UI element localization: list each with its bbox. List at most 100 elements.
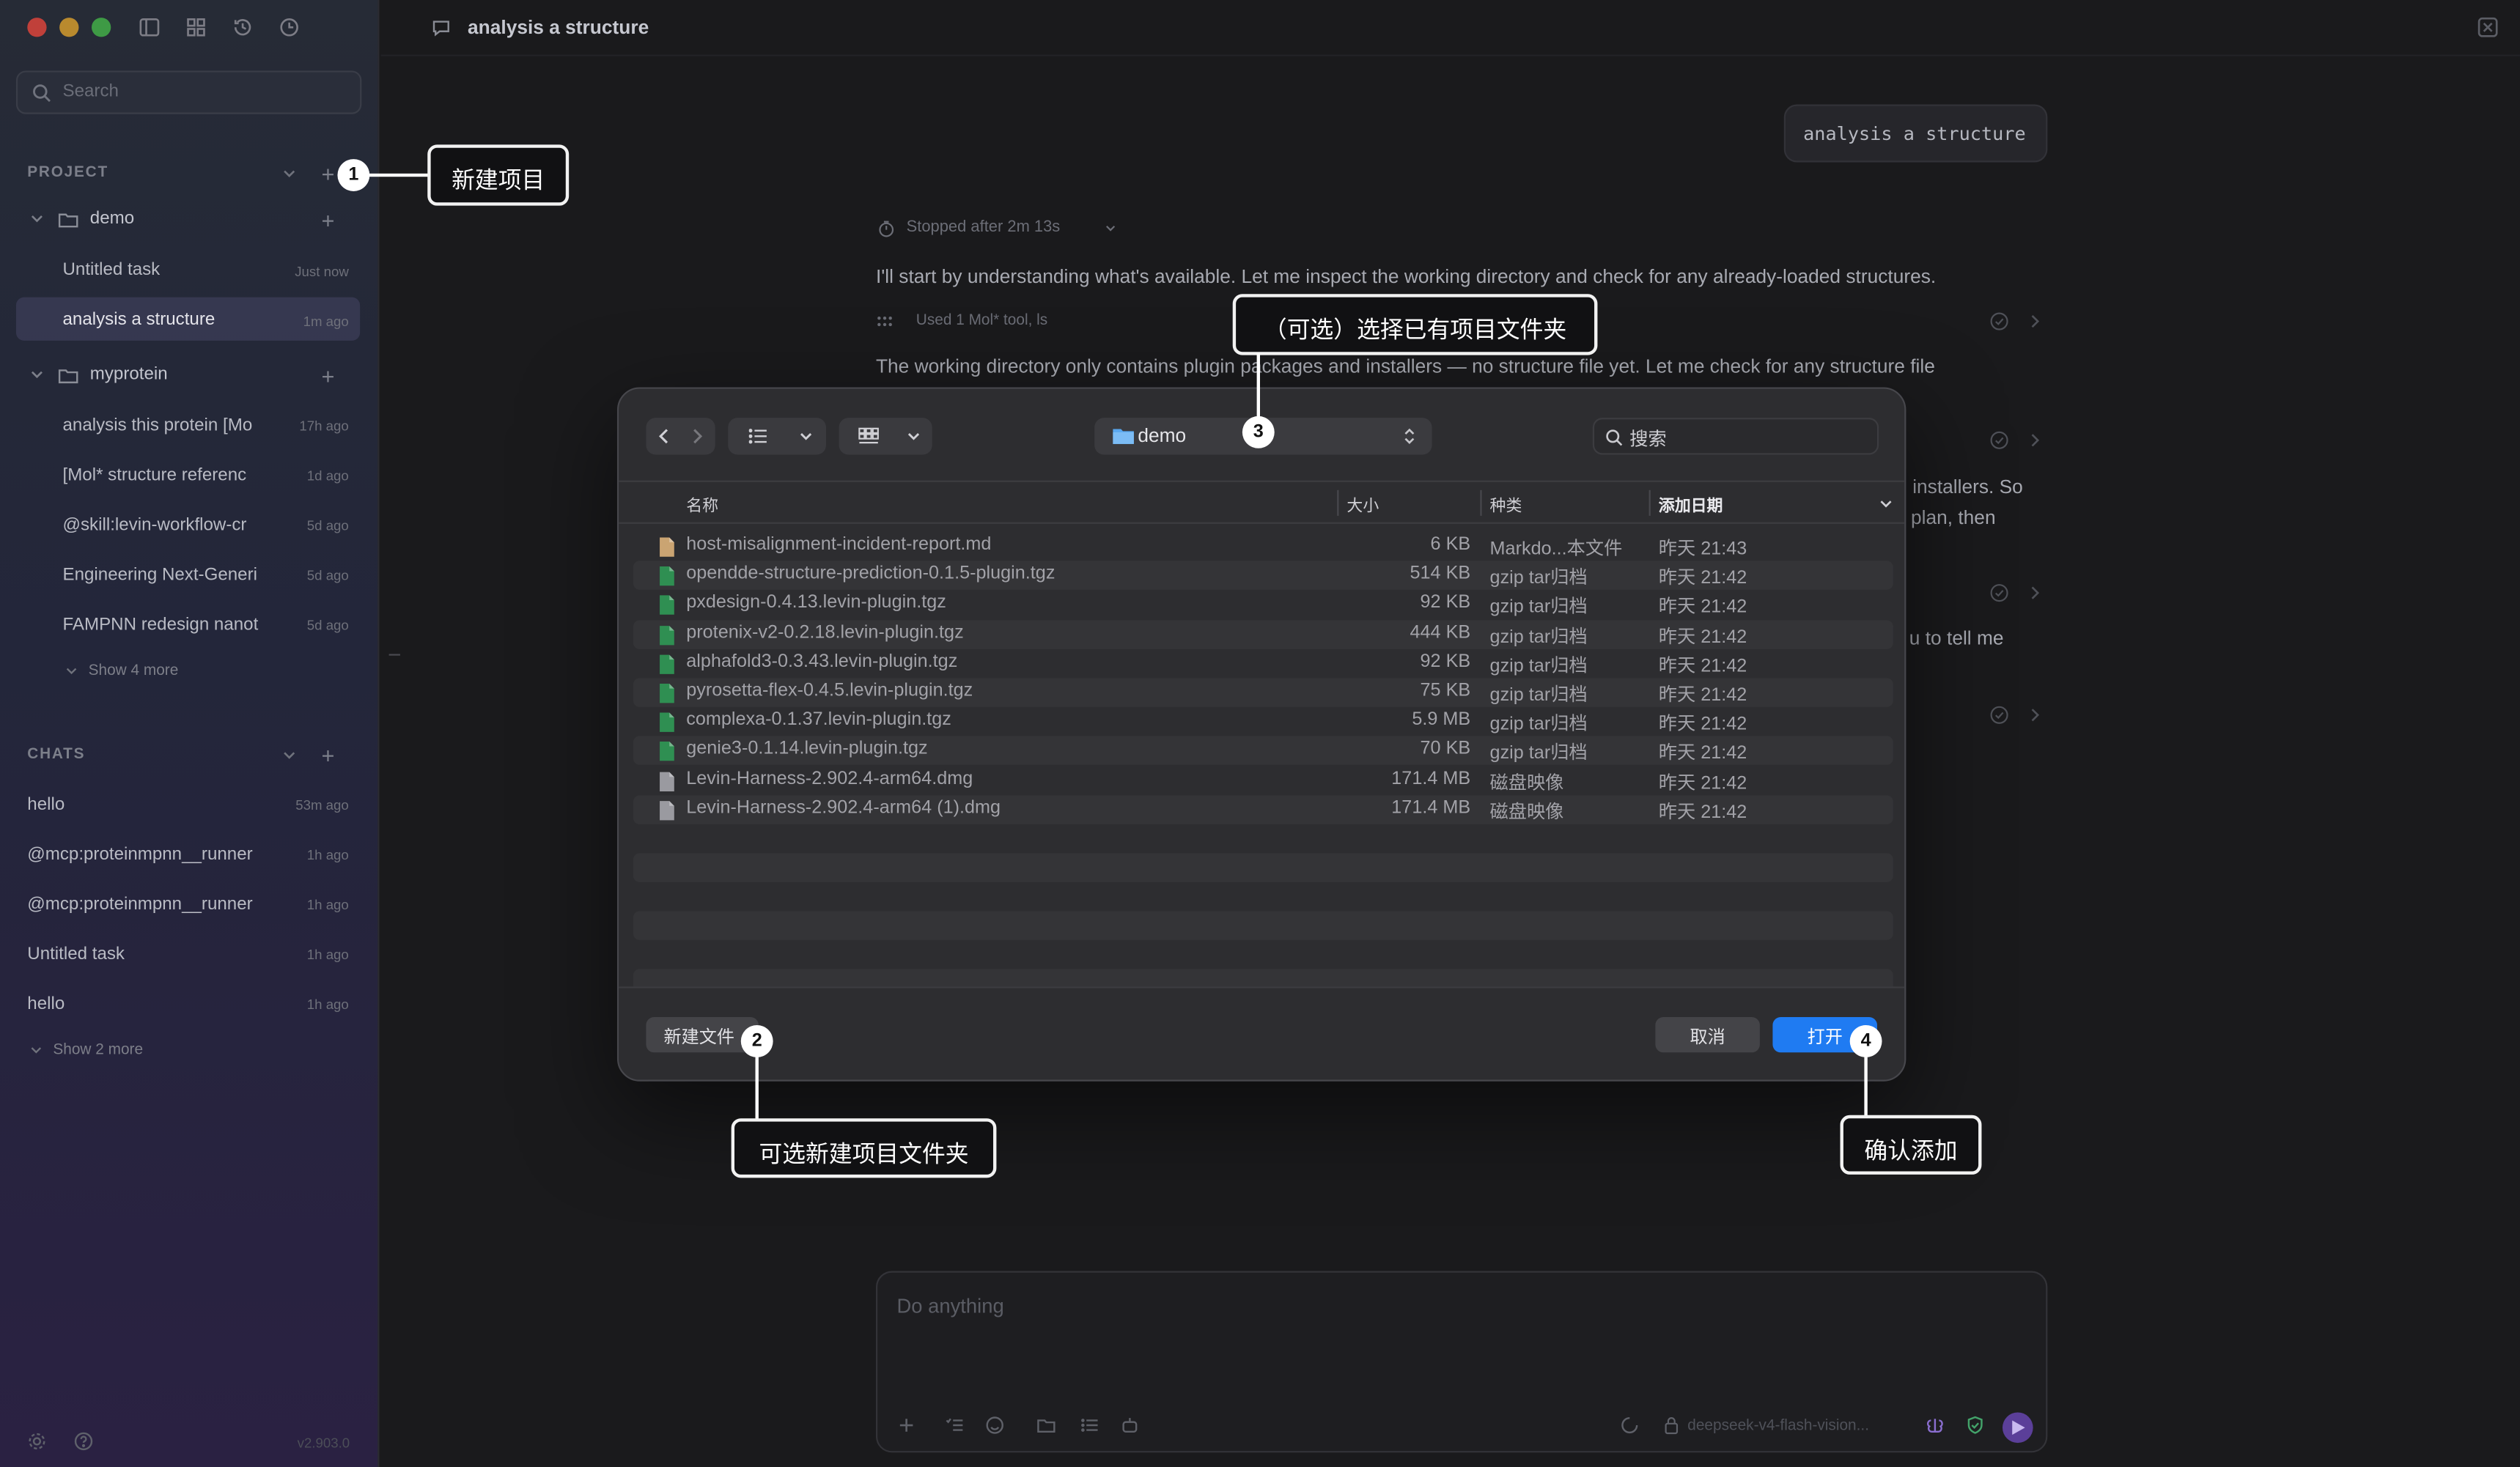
file-date: 昨天 21:42 <box>1658 774 1747 794</box>
column-date[interactable]: 添加日期 <box>1659 492 1723 516</box>
sidebar-toggle-icon[interactable] <box>139 16 161 39</box>
file-name: pxdesign-0.4.13.levin-plugin.tgz <box>686 593 946 613</box>
column-name[interactable]: 名称 <box>686 492 718 516</box>
file-row[interactable]: host-misalignment-incident-report.md 6 KB… <box>633 532 1893 561</box>
file-kind: gzip tar归档 <box>1489 715 1588 735</box>
file-row[interactable]: pxdesign-0.4.13.levin-plugin.tgz 92 KB gzi… <box>633 591 1893 619</box>
folder-icon[interactable] <box>1036 1416 1055 1435</box>
task-time: 1m ago <box>303 313 349 330</box>
chat-item[interactable]: Untitled task <box>27 945 125 964</box>
project-folder-myprotein[interactable]: myprotein <box>29 365 350 391</box>
close-icon[interactable] <box>2477 16 2499 39</box>
composer[interactable]: Do anything deepseek-v4-flash-vision... <box>875 1271 2048 1453</box>
list-icon[interactable] <box>1080 1416 1099 1435</box>
clock-icon[interactable] <box>278 16 301 39</box>
forward-icon[interactable] <box>691 427 704 445</box>
gear-icon[interactable] <box>27 1432 46 1451</box>
dialog-search[interactable]: 搜索 <box>1592 418 1879 455</box>
file-row[interactable]: pyrosetta-flex-0.4.5.levin-plugin.tgz 75 … <box>633 678 1893 707</box>
task-item[interactable]: Engineering Next-Generi <box>63 566 257 585</box>
add-project-button[interactable]: + <box>322 162 335 185</box>
file-name: genie3-0.1.14.levin-plugin.tgz <box>686 739 928 759</box>
tool-usage[interactable]: Used 1 Mol* tool, ls <box>916 311 1047 329</box>
file-row[interactable]: Levin-Harness-2.902.4-arm64.dmg 171.4 MB 磁… <box>633 766 1893 794</box>
stopped-status[interactable]: Stopped after 2m 13s <box>907 218 1061 236</box>
chat-item[interactable]: hello <box>27 994 65 1013</box>
task-item[interactable]: [Mol* structure referenc <box>63 466 247 485</box>
robot-icon[interactable] <box>1120 1416 1139 1435</box>
header-divider <box>380 54 2520 56</box>
grid-icon[interactable] <box>185 16 207 39</box>
file-kind: 磁盘映像 <box>1489 774 1564 794</box>
model-selector[interactable]: deepseek-v4-flash-vision... <box>1687 1417 1869 1435</box>
brain-icon[interactable] <box>1926 1416 1945 1435</box>
file-row[interactable]: opendde-structure-prediction-0.1.5-plugi… <box>633 561 1893 591</box>
column-kind[interactable]: 种类 <box>1490 492 1522 516</box>
chevron-down-icon[interactable] <box>281 747 298 764</box>
zoom-window-button[interactable] <box>91 18 111 37</box>
lock-icon <box>1665 1417 1679 1435</box>
file-name: host-misalignment-incident-report.md <box>686 535 992 555</box>
list-view-control[interactable] <box>728 418 826 455</box>
search-box[interactable]: Search <box>15 70 362 114</box>
chat-item[interactable]: hello <box>27 795 65 814</box>
chat-bubble-icon <box>432 21 449 37</box>
file-date: 昨天 21:42 <box>1658 657 1747 676</box>
column-size[interactable]: 大小 <box>1346 492 1379 516</box>
chevron-right-icon[interactable] <box>2028 707 2041 723</box>
cancel-button[interactable]: 取消 <box>1655 1017 1760 1053</box>
minimize-window-button[interactable] <box>59 18 79 37</box>
chevron-right-icon[interactable] <box>2028 314 2041 330</box>
check-circle-icon <box>1990 584 2008 602</box>
chats-show-more[interactable]: Show 2 more <box>53 1041 143 1059</box>
file-size: 5.9 MB <box>1412 710 1471 730</box>
chevron-down-icon[interactable] <box>281 166 298 182</box>
chevron-right-icon[interactable] <box>2028 585 2041 601</box>
emoji-icon[interactable] <box>985 1416 1004 1435</box>
divider <box>619 986 1905 989</box>
add-task-button[interactable]: + <box>322 209 335 232</box>
grid-view-control[interactable] <box>839 418 932 455</box>
plus-icon[interactable] <box>896 1416 915 1435</box>
file-row[interactable]: protenix-v2-0.2.18.levin-plugin.tgz 444 K… <box>633 619 1893 649</box>
send-button[interactable] <box>2002 1412 2033 1444</box>
chat-item[interactable]: @mcp:proteinmpnn__runner <box>27 895 252 914</box>
close-window-button[interactable] <box>27 18 47 37</box>
back-icon[interactable] <box>657 427 671 445</box>
shield-icon[interactable] <box>1966 1416 1985 1435</box>
file-name: protenix-v2-0.2.18.levin-plugin.tgz <box>686 622 964 643</box>
column-separator <box>1480 489 1482 516</box>
chevron-right-icon[interactable] <box>2028 432 2041 448</box>
dialog-search-placeholder: 搜索 <box>1629 430 1667 450</box>
composer-input[interactable]: Do anything <box>896 1295 1003 1318</box>
checklist-icon[interactable] <box>945 1416 964 1435</box>
task-item-active[interactable]: analysis a structure <box>63 310 215 329</box>
loading-icon <box>1621 1416 1638 1434</box>
resize-handle[interactable] <box>388 654 400 656</box>
callout-connector <box>755 1055 759 1120</box>
file-row[interactable]: genie3-0.1.14.levin-plugin.tgz 70 KB gzip … <box>633 736 1893 766</box>
file-row[interactable]: complexa-0.1.37.levin-plugin.tgz 5.9 MB gz… <box>633 707 1893 736</box>
file-row[interactable]: Levin-Harness-2.902.4-arm64 (1).dmg 171.4… <box>633 794 1893 824</box>
help-icon[interactable] <box>74 1432 93 1451</box>
chat-item[interactable]: @mcp:proteinmpnn__runner <box>27 845 252 864</box>
task-item[interactable]: analysis this protein [Mo <box>63 416 253 435</box>
file-size: 514 KB <box>1410 564 1471 584</box>
callout-select-existing-folder: （可选）选择已有项目文件夹 <box>1232 294 1598 355</box>
add-chat-button[interactable]: + <box>322 744 335 766</box>
project-folder-demo[interactable]: demo <box>29 209 350 234</box>
file-row[interactable]: alphafold3-0.3.43.levin-plugin.tgz 92 KB g… <box>633 648 1893 677</box>
file-name: opendde-structure-prediction-0.1.5-plugi… <box>686 564 1055 584</box>
project-show-more[interactable]: Show 4 more <box>89 662 179 679</box>
add-task-button[interactable]: + <box>322 365 335 388</box>
sort-chevron-icon[interactable] <box>1879 497 1893 511</box>
chevron-down-icon[interactable] <box>1104 222 1117 235</box>
task-item[interactable]: @skill:levin-workflow-cr <box>63 516 247 535</box>
path-label: demo <box>1138 424 1187 447</box>
task-item[interactable]: Untitled task <box>63 260 161 279</box>
empty-row <box>633 969 1893 987</box>
task-item[interactable]: FAMPNN redesign nanot <box>63 616 259 635</box>
file-kind: gzip tar归档 <box>1489 569 1588 588</box>
callout-new-project: 新建项目 <box>427 144 570 206</box>
history-icon[interactable] <box>232 16 254 39</box>
